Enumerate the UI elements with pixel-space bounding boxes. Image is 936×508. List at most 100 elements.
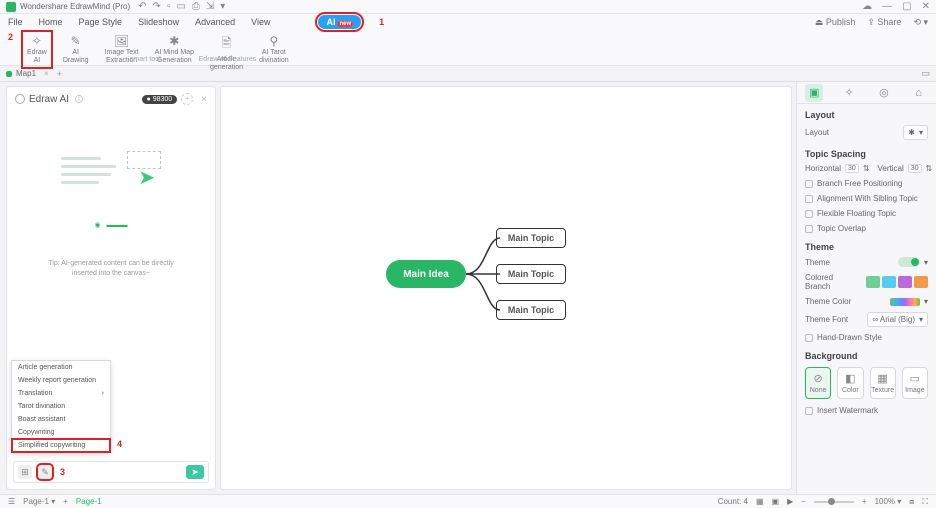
- bg-none[interactable]: ⊘None: [805, 367, 831, 399]
- input-mode-1-icon[interactable]: ⊞: [18, 465, 32, 479]
- menu-file[interactable]: File: [8, 17, 23, 27]
- doc-tab-1[interactable]: Map1×: [6, 69, 49, 78]
- panel-toggle-icon[interactable]: ▭: [921, 68, 930, 79]
- ribbon-edraw-ai[interactable]: ✧Edraw AI: [23, 32, 51, 67]
- zoom-value[interactable]: 100% ▾: [875, 497, 902, 506]
- maximize-icon[interactable]: ▢: [902, 1, 911, 12]
- ai-input-bar[interactable]: ⊞ ✎ 3 ➤: [13, 461, 209, 483]
- add-coin-button[interactable]: +: [181, 93, 193, 105]
- format-sidebar: ▣ ✧ ◎ ⌂ Layout Layout ✱ ▾ Topic Spacing …: [796, 82, 936, 494]
- zoom-in-icon[interactable]: +: [862, 497, 867, 506]
- zoom-slider[interactable]: [814, 501, 854, 503]
- close-icon[interactable]: ✕: [922, 1, 930, 12]
- send-button[interactable]: ➤: [186, 465, 204, 479]
- cloud-icon[interactable]: ☁: [862, 1, 872, 12]
- menu-ai-tab[interactable]: AInew: [318, 15, 361, 29]
- sparkle-icon: ✧: [32, 34, 42, 48]
- panel-close-icon[interactable]: ×: [201, 94, 207, 105]
- zoom-out-icon[interactable]: −: [801, 497, 806, 506]
- tab-style-icon[interactable]: ✧: [840, 84, 858, 102]
- color-icon: ◧: [845, 372, 855, 385]
- ctx-article[interactable]: Article generation: [12, 361, 110, 374]
- print-icon[interactable]: ⎙: [192, 1, 200, 12]
- bg-color[interactable]: ◧Color: [837, 367, 863, 399]
- ctx-translation[interactable]: Translation›: [12, 387, 110, 400]
- folder-icon[interactable]: ▭: [176, 1, 185, 12]
- bg-texture[interactable]: ▦Texture: [870, 367, 896, 399]
- input-mode-2-icon[interactable]: ✎: [38, 465, 52, 479]
- publish-button[interactable]: ⏏ Publish: [815, 17, 856, 28]
- save-icon[interactable]: ▫: [167, 1, 171, 12]
- ctx-copywriting[interactable]: Copywriting: [12, 426, 110, 439]
- grid-icon[interactable]: ▦: [756, 497, 764, 506]
- ctx-simplified[interactable]: Simplified copywriting: [12, 439, 110, 452]
- swatch[interactable]: [866, 276, 880, 288]
- outline-icon[interactable]: ☰: [8, 497, 15, 506]
- swatch[interactable]: [914, 276, 928, 288]
- tab-layout-icon[interactable]: ▣: [805, 84, 823, 102]
- undo-icon[interactable]: ↶: [138, 1, 146, 12]
- ribbon-article-gen[interactable]: 🖹Article generation: [206, 32, 247, 74]
- add-tab-button[interactable]: +: [57, 69, 62, 79]
- ctx-tarot[interactable]: Tarot divination: [12, 400, 110, 413]
- topic-node-2[interactable]: Main Topic: [496, 264, 566, 284]
- font-dropdown[interactable]: ∞ Arial (Big) ▾: [867, 312, 928, 327]
- branch-swatches[interactable]: [866, 276, 928, 288]
- fit-icon[interactable]: ▣: [772, 497, 780, 506]
- horizontal-value[interactable]: 30: [845, 164, 859, 173]
- add-page-button[interactable]: +: [63, 497, 68, 506]
- swatch[interactable]: [882, 276, 896, 288]
- ruler-icon[interactable]: ⧈: [909, 497, 914, 507]
- stepper-icon[interactable]: ⇅: [863, 164, 870, 173]
- chk-hand[interactable]: [805, 334, 813, 342]
- chevron-down-icon[interactable]: ▾: [924, 297, 928, 306]
- ai-icon: [15, 94, 25, 104]
- quick-access[interactable]: ↶ ↷ ▫ ▭ ⎙ ⇲ ▾: [138, 1, 225, 12]
- chk-overlap[interactable]: [805, 225, 813, 233]
- bg-image[interactable]: ▭Image: [902, 367, 928, 399]
- menu-slideshow[interactable]: Slideshow: [138, 17, 179, 27]
- dropdown-icon[interactable]: ▾: [220, 1, 225, 12]
- coin-badge[interactable]: ● 98300: [142, 95, 178, 104]
- menu-pagestyle[interactable]: Page Style: [79, 17, 123, 27]
- swatch[interactable]: [898, 276, 912, 288]
- app-logo: [6, 2, 16, 12]
- chk-align[interactable]: [805, 195, 813, 203]
- vertical-value[interactable]: 30: [908, 164, 922, 173]
- menu-advanced[interactable]: Advanced: [195, 17, 235, 27]
- stepper-icon[interactable]: ⇅: [926, 164, 933, 173]
- ribbon-ai-drawing[interactable]: ✎AI Drawing: [59, 32, 93, 67]
- theme-color-strip[interactable]: [890, 298, 920, 306]
- label-vertical: Vertical: [878, 164, 904, 173]
- present-icon[interactable]: ▶: [787, 497, 793, 506]
- menu-home[interactable]: Home: [39, 17, 63, 27]
- chevron-down-icon[interactable]: ▾: [924, 258, 928, 267]
- ctx-boast[interactable]: Boast assistant: [12, 413, 110, 426]
- export-icon[interactable]: ⇲: [206, 1, 214, 12]
- topic-node-1[interactable]: Main Topic: [496, 228, 566, 248]
- canvas[interactable]: Main Idea Main Topic Main Topic Main Top…: [220, 86, 792, 490]
- cursor-icon: ➤: [138, 165, 155, 190]
- tab-theme-icon[interactable]: ◎: [875, 84, 893, 102]
- history-icon[interactable]: ⟲ ▾: [913, 17, 928, 28]
- tab-close-icon[interactable]: ×: [44, 69, 49, 78]
- info-icon[interactable]: i: [75, 95, 83, 103]
- ribbon-tarot[interactable]: ⚲AI Tarot divination: [255, 32, 293, 67]
- page-select[interactable]: Page-1 ▾: [23, 497, 55, 506]
- main-idea-node[interactable]: Main Idea: [386, 260, 466, 288]
- menu-view[interactable]: View: [251, 17, 270, 27]
- chk-branchfree[interactable]: [805, 180, 813, 188]
- chk-flex[interactable]: [805, 210, 813, 218]
- count-label: Count: 4: [718, 497, 748, 506]
- tab-settings-icon[interactable]: ⌂: [910, 84, 928, 102]
- ctx-weekly[interactable]: Weekly report generation: [12, 374, 110, 387]
- chk-watermark[interactable]: [805, 407, 813, 415]
- fullscreen-icon[interactable]: ⛶: [922, 497, 928, 507]
- bg-options: ⊘None ◧Color ▦Texture ▭Image: [797, 363, 936, 403]
- share-button[interactable]: ⇪ Share: [867, 17, 901, 28]
- minimize-icon[interactable]: —: [882, 1, 892, 12]
- layout-dropdown[interactable]: ✱ ▾: [903, 125, 928, 140]
- topic-node-3[interactable]: Main Topic: [496, 300, 566, 320]
- redo-icon[interactable]: ↷: [153, 1, 161, 12]
- theme-toggle[interactable]: [898, 257, 920, 267]
